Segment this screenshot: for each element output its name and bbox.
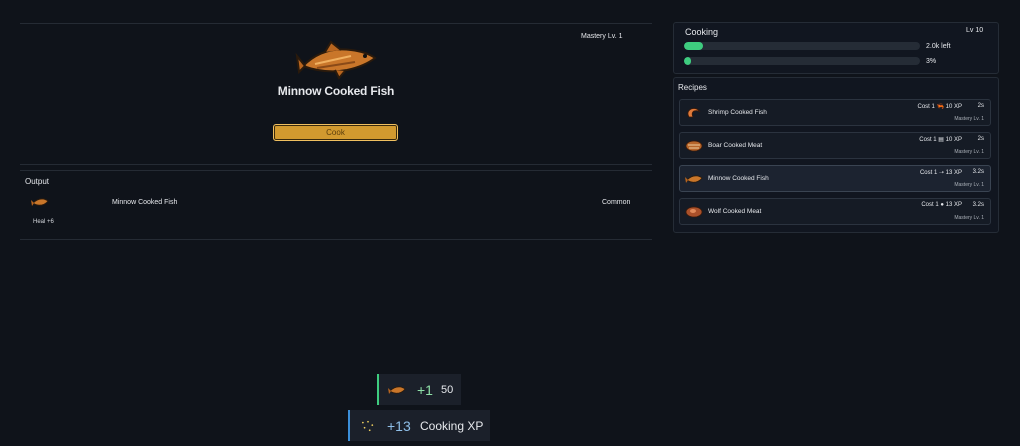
output-heal-stat: Heal +6 bbox=[33, 219, 54, 225]
recipe-time: 2s bbox=[977, 136, 984, 142]
item-gain-amount: +1 bbox=[417, 382, 433, 398]
recipe-name: Minnow Cooked Fish bbox=[708, 175, 769, 182]
mastery-percent: 3% bbox=[926, 58, 937, 65]
cook-button[interactable]: Cook bbox=[273, 124, 398, 141]
recipe-item-wolf[interactable]: Wolf Cooked Meat Cost 1 ● 13 XP 3.2s Mas… bbox=[679, 198, 991, 225]
recipe-mastery: Mastery Lv. 1 bbox=[954, 149, 984, 155]
output-item-name: Minnow Cooked Fish bbox=[112, 199, 178, 206]
divider bbox=[20, 170, 652, 171]
divider bbox=[20, 239, 652, 240]
mastery-bar bbox=[684, 57, 920, 65]
xp-gained-toast: +13 Cooking XP bbox=[348, 410, 490, 441]
mastery-bar-fill bbox=[684, 57, 692, 65]
skill-name: Cooking bbox=[685, 27, 719, 37]
output-rarity: Common bbox=[602, 199, 631, 206]
recipe-item-boar[interactable]: Boar Cooked Meat Cost 1 ▤ 10 XP 2s Maste… bbox=[679, 132, 991, 159]
recipe-name: Shrimp Cooked Fish bbox=[708, 109, 767, 116]
recipe-cost: Cost 1 ▤ 10 XP bbox=[919, 137, 962, 143]
xp-gain-amount: +13 bbox=[387, 418, 411, 434]
shrimp-icon bbox=[687, 108, 701, 118]
recipe-item-shrimp[interactable]: Shrimp Cooked Fish Cost 1 🦐 10 XP 2s Mas… bbox=[679, 99, 991, 126]
divider bbox=[20, 164, 652, 165]
skill-xp-bar bbox=[684, 42, 920, 50]
sparkle-icon bbox=[362, 420, 374, 432]
skill-xp-remaining: 2.0k left bbox=[926, 43, 951, 50]
recipe-cost: Cost 1 ➝ 13 XP bbox=[919, 170, 962, 176]
minnow-cooked-fish-icon bbox=[295, 40, 377, 80]
recipe-name: Wolf Cooked Meat bbox=[708, 208, 762, 215]
recipe-cost: Cost 1 ● 13 XP bbox=[921, 202, 962, 208]
output-heading: Output bbox=[25, 177, 50, 186]
minnow-cooked-fish-icon bbox=[388, 386, 406, 394]
recipe-time: 2s bbox=[977, 103, 984, 109]
skill-level: Lv 10 bbox=[966, 27, 984, 34]
wolf-meat-icon bbox=[685, 206, 703, 218]
minnow-icon bbox=[685, 175, 703, 183]
skill-xp-bar-fill bbox=[684, 42, 703, 50]
divider bbox=[20, 23, 652, 24]
minnow-cooked-fish-icon bbox=[31, 198, 49, 206]
recipe-mastery: Mastery Lv. 1 bbox=[954, 215, 984, 221]
recipe-mastery: Mastery Lv. 1 bbox=[954, 116, 984, 122]
mastery-level: Mastery Lv. 1 bbox=[581, 33, 623, 40]
boar-meat-icon bbox=[685, 140, 703, 152]
recipe-name: Boar Cooked Meat bbox=[708, 142, 763, 149]
recipe-time: 3.2s bbox=[972, 202, 984, 208]
recipe-cost: Cost 1 🦐 10 XP bbox=[917, 104, 963, 110]
recipes-heading: Recipes bbox=[678, 83, 707, 92]
recipe-mastery: Mastery Lv. 1 bbox=[954, 182, 984, 188]
xp-skill-label: Cooking XP bbox=[420, 419, 484, 433]
recipe-item-minnow[interactable]: Minnow Cooked Fish Cost 1 ➝ 13 XP 3.2s M… bbox=[679, 165, 991, 192]
item-gained-toast: +1 50 bbox=[377, 374, 461, 405]
item-total-count: 50 bbox=[441, 384, 454, 396]
recipe-title: Minnow Cooked Fish bbox=[277, 84, 395, 98]
recipe-time: 3.2s bbox=[972, 169, 984, 175]
